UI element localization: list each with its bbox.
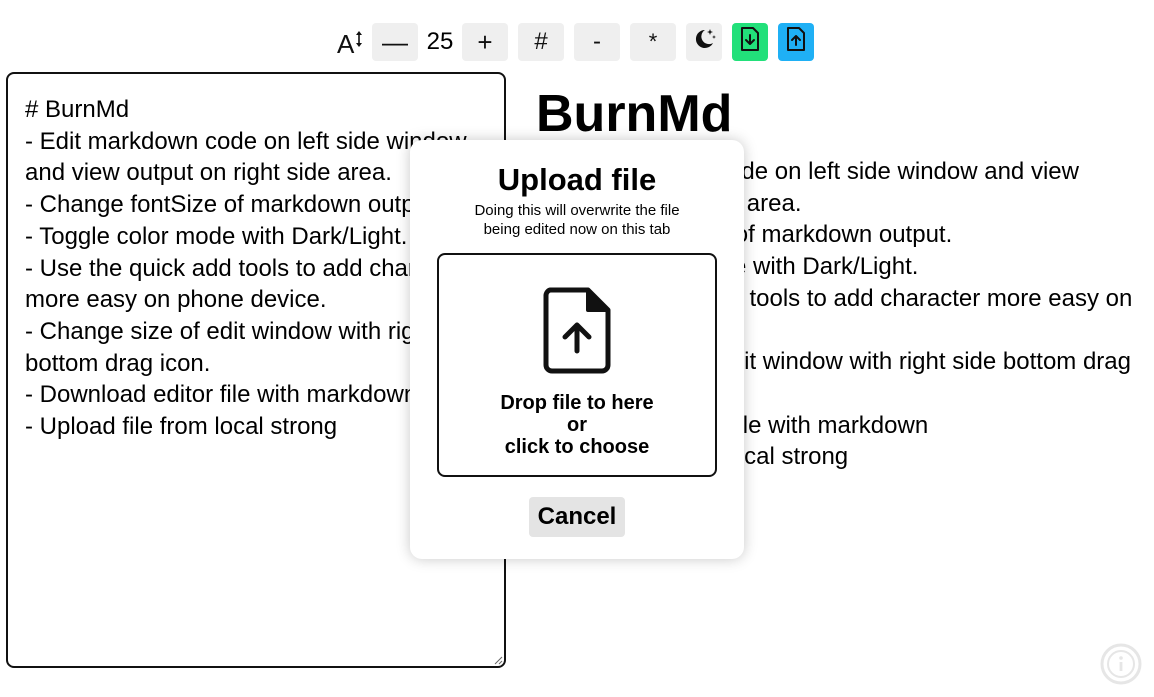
info-icon <box>1100 643 1142 689</box>
file-drop-zone[interactable]: Drop file to here or click to choose <box>437 253 717 477</box>
cancel-button[interactable]: Cancel <box>528 497 626 537</box>
upload-button[interactable] <box>778 23 814 61</box>
upload-file-dialog: Upload file Doing this will overwrite th… <box>410 140 744 559</box>
info-button[interactable] <box>1100 643 1142 685</box>
font-size-icon: A <box>337 23 365 61</box>
file-download-icon <box>739 26 761 59</box>
moon-stars-icon <box>691 26 717 59</box>
download-button[interactable] <box>732 23 768 61</box>
dialog-title: Upload file <box>497 162 657 197</box>
add-list-button[interactable]: - <box>574 23 620 61</box>
file-upload-icon <box>785 26 807 59</box>
increase-font-button[interactable]: + <box>462 23 508 61</box>
font-size-value: 25 <box>426 28 454 55</box>
svg-text:A: A <box>337 29 355 57</box>
drop-text-choose: click to choose <box>504 436 650 458</box>
preview-title: BurnMd <box>536 85 733 143</box>
file-upload-icon <box>542 255 612 380</box>
drop-text-line: Drop file to here <box>500 392 654 414</box>
add-bold-button[interactable]: * <box>630 23 676 61</box>
dialog-subtitle: Doing this will overwrite the file being… <box>474 202 680 238</box>
drop-text-or: or <box>566 414 587 436</box>
decrease-font-button[interactable]: — <box>372 23 418 61</box>
toolbar: A — 25 + # - * <box>0 23 1154 61</box>
dark-mode-toggle[interactable] <box>686 23 722 61</box>
add-heading-button[interactable]: # <box>518 23 564 61</box>
